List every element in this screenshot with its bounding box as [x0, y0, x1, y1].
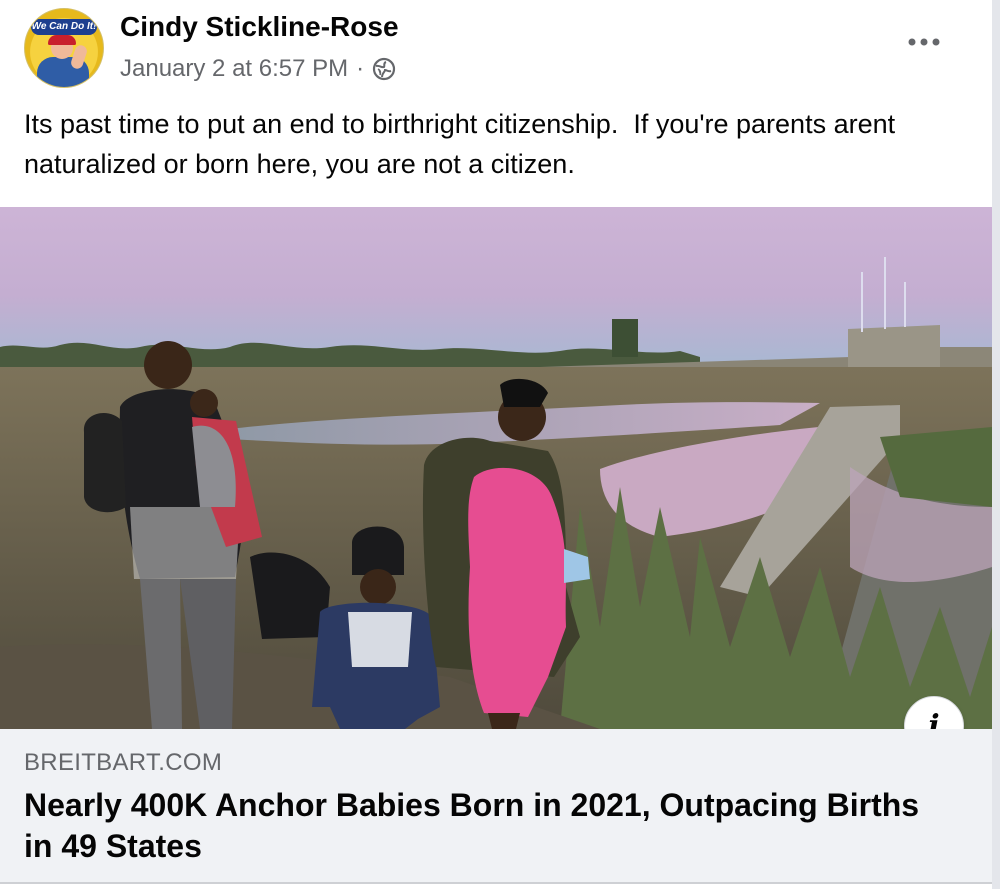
- link-headline[interactable]: Nearly 400K Anchor Babies Born in 2021, …: [24, 785, 924, 867]
- divider: [0, 882, 992, 884]
- link-domain: BREITBART.COM: [24, 749, 223, 776]
- post-meta: January 2 at 6:57 PM ·: [120, 54, 396, 84]
- avatar[interactable]: We Can Do It!: [24, 8, 104, 88]
- post-card: We Can Do It! Cindy Stickline-Rose Janua…: [0, 0, 992, 889]
- avatar-figure-bandana: [48, 35, 76, 45]
- link-preview-image[interactable]: [0, 207, 992, 729]
- link-preview[interactable]: BREITBART.COM Nearly 400K Anchor Babies …: [0, 729, 992, 882]
- avatar-banner-text: We Can Do It!: [31, 19, 97, 35]
- author-name[interactable]: Cindy Stickline-Rose: [120, 10, 399, 44]
- more-options-icon[interactable]: [904, 28, 944, 56]
- meta-separator: ·: [356, 55, 365, 82]
- globe-icon[interactable]: [372, 57, 396, 81]
- post-text: Its past time to put an end to birthrigh…: [24, 109, 903, 179]
- post-timestamp[interactable]: January 2 at 6:57 PM: [120, 54, 348, 84]
- page-edge: [992, 0, 1000, 889]
